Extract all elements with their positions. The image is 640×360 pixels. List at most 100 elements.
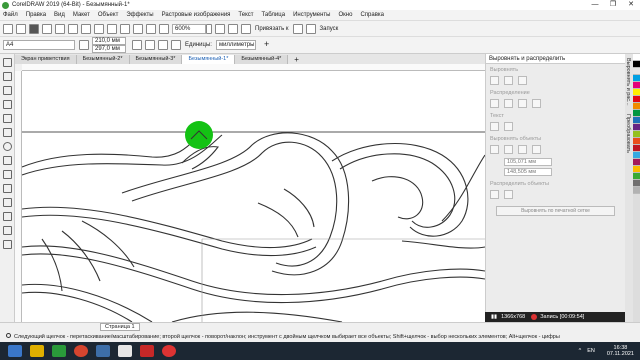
portrait-icon[interactable]	[132, 40, 142, 50]
zoom-level-field[interactable]: 600%	[172, 23, 206, 34]
color-swatch[interactable]	[633, 159, 640, 166]
menu-object[interactable]: Объект	[98, 12, 118, 18]
language-indicator[interactable]: EN	[587, 348, 595, 354]
menu-bitmaps[interactable]: Растровые изображения	[162, 12, 231, 18]
page-center-icon[interactable]	[518, 145, 527, 154]
color-swatch[interactable]	[633, 187, 640, 194]
menu-help[interactable]: Справка	[360, 12, 384, 18]
horizontal-ruler[interactable]	[22, 64, 485, 71]
page-width-field[interactable]: 210,0 мм	[92, 37, 126, 45]
paste-icon[interactable]	[68, 23, 78, 34]
side-tab-align[interactable]: Выровнять и рас...	[625, 54, 631, 110]
full-screen-icon[interactable]	[159, 23, 169, 34]
selection-marker[interactable]	[185, 121, 213, 149]
color-swatch[interactable]	[633, 89, 640, 96]
distribute-right-icon[interactable]	[518, 99, 527, 108]
align-center-icon[interactable]	[504, 76, 513, 85]
pdf-icon[interactable]	[146, 23, 156, 34]
maximize-button[interactable]: ❐	[604, 0, 622, 10]
snap-to-dropdown[interactable]: Привязать к	[255, 26, 289, 32]
new-document-icon[interactable]	[3, 23, 13, 34]
distribute-page-icon[interactable]	[504, 190, 513, 199]
distribute-center-icon[interactable]	[504, 99, 513, 108]
color-swatch[interactable]	[633, 110, 640, 117]
text-last-line-icon[interactable]	[504, 122, 513, 131]
color-swatch[interactable]	[633, 173, 640, 180]
pick-tool-icon[interactable]	[3, 58, 12, 67]
no-color-swatch[interactable]	[633, 54, 640, 61]
tab-untitled-3[interactable]: Безымянный-3*	[129, 55, 183, 64]
current-page-icon[interactable]	[171, 40, 181, 50]
color-swatch[interactable]	[633, 82, 640, 89]
distribute-left-icon[interactable]	[490, 99, 499, 108]
color-swatch[interactable]	[633, 131, 640, 138]
tab-untitled-1[interactable]: Безымянный-1*	[182, 55, 236, 64]
app-icon[interactable]	[118, 345, 132, 357]
tab-untitled-4[interactable]: Безымянный-4*	[235, 55, 289, 64]
color-swatch[interactable]	[633, 96, 640, 103]
color-swatch[interactable]	[633, 138, 640, 145]
ellipse-tool-icon[interactable]	[3, 142, 12, 151]
redo-icon[interactable]	[94, 23, 104, 34]
guidelines-icon[interactable]	[241, 23, 251, 34]
menu-effects[interactable]: Эффекты	[126, 12, 153, 18]
import-icon[interactable]	[120, 23, 130, 34]
page-height-field[interactable]: 297,0 мм	[92, 45, 126, 53]
units-select[interactable]: миллиметры	[215, 40, 256, 50]
color-swatch[interactable]	[633, 152, 640, 159]
zoom-tool-icon[interactable]	[3, 100, 12, 109]
save-icon[interactable]	[29, 23, 39, 34]
tab-welcome-screen[interactable]: Экран приветствия	[15, 55, 77, 64]
tray-arrow-icon[interactable]: ^	[579, 348, 582, 354]
menu-text[interactable]: Текст	[238, 12, 253, 18]
start-icon[interactable]	[8, 345, 22, 357]
clock[interactable]: 16:38 07.11.2021	[607, 345, 634, 357]
menu-table[interactable]: Таблица	[262, 12, 286, 18]
chrome-icon[interactable]	[74, 345, 88, 357]
freehand-tool-icon[interactable]	[3, 114, 12, 123]
tab-untitled-2[interactable]: Безымянный-2*	[76, 55, 130, 64]
color-swatch[interactable]	[633, 166, 640, 173]
rectangle-tool-icon[interactable]	[3, 128, 12, 137]
menu-layout[interactable]: Макет	[73, 12, 90, 18]
file-explorer-icon[interactable]	[30, 345, 44, 357]
options-gear-icon[interactable]	[292, 23, 303, 34]
x-position-field[interactable]: 105,071 мм	[504, 158, 552, 166]
coreldraw-taskbar-icon[interactable]	[52, 345, 66, 357]
crop-tool-icon[interactable]	[3, 86, 12, 95]
color-swatch[interactable]	[633, 145, 640, 152]
color-swatch[interactable]	[633, 103, 640, 110]
color-swatch[interactable]	[633, 124, 640, 131]
recorder-grip-icon[interactable]: ▮▮	[491, 314, 497, 320]
copy-icon[interactable]	[55, 23, 65, 34]
vertical-ruler[interactable]	[15, 71, 22, 322]
application-launcher-icon[interactable]	[305, 23, 316, 34]
text-first-line-icon[interactable]	[490, 122, 499, 131]
menu-file[interactable]: Файл	[3, 12, 18, 18]
y-position-field[interactable]: 148,505 мм	[504, 168, 552, 176]
menu-window[interactable]: Окно	[338, 12, 352, 18]
active-objects-icon[interactable]	[490, 145, 499, 154]
distribute-extent-icon[interactable]	[490, 190, 499, 199]
close-button[interactable]: ✕	[622, 0, 640, 10]
color-swatch[interactable]	[633, 61, 640, 68]
menu-edit[interactable]: Правка	[26, 12, 46, 18]
parallel-dimension-tool-icon[interactable]	[3, 170, 12, 179]
export-icon[interactable]	[133, 23, 143, 34]
transparency-tool-icon[interactable]	[3, 198, 12, 207]
grid-align-icon[interactable]	[532, 145, 541, 154]
undo-icon[interactable]	[81, 23, 91, 34]
color-swatch[interactable]	[633, 75, 640, 82]
side-tab-transform[interactable]: Преобразовать	[625, 110, 631, 157]
open-folder-icon[interactable]	[16, 23, 26, 34]
cut-icon[interactable]	[42, 23, 52, 34]
landscape-icon[interactable]	[145, 40, 155, 50]
page-edge-icon[interactable]	[504, 145, 513, 154]
page-size-select[interactable]: A4	[3, 40, 75, 50]
align-to-print-grid-button[interactable]: Выровнять по печатной сетке	[496, 206, 615, 216]
rulers-icon[interactable]	[215, 23, 225, 34]
color-swatch[interactable]	[633, 180, 640, 187]
distribute-spacing-icon[interactable]	[532, 99, 541, 108]
text-tool-icon[interactable]	[3, 156, 12, 165]
ornament-artwork[interactable]	[22, 71, 485, 322]
